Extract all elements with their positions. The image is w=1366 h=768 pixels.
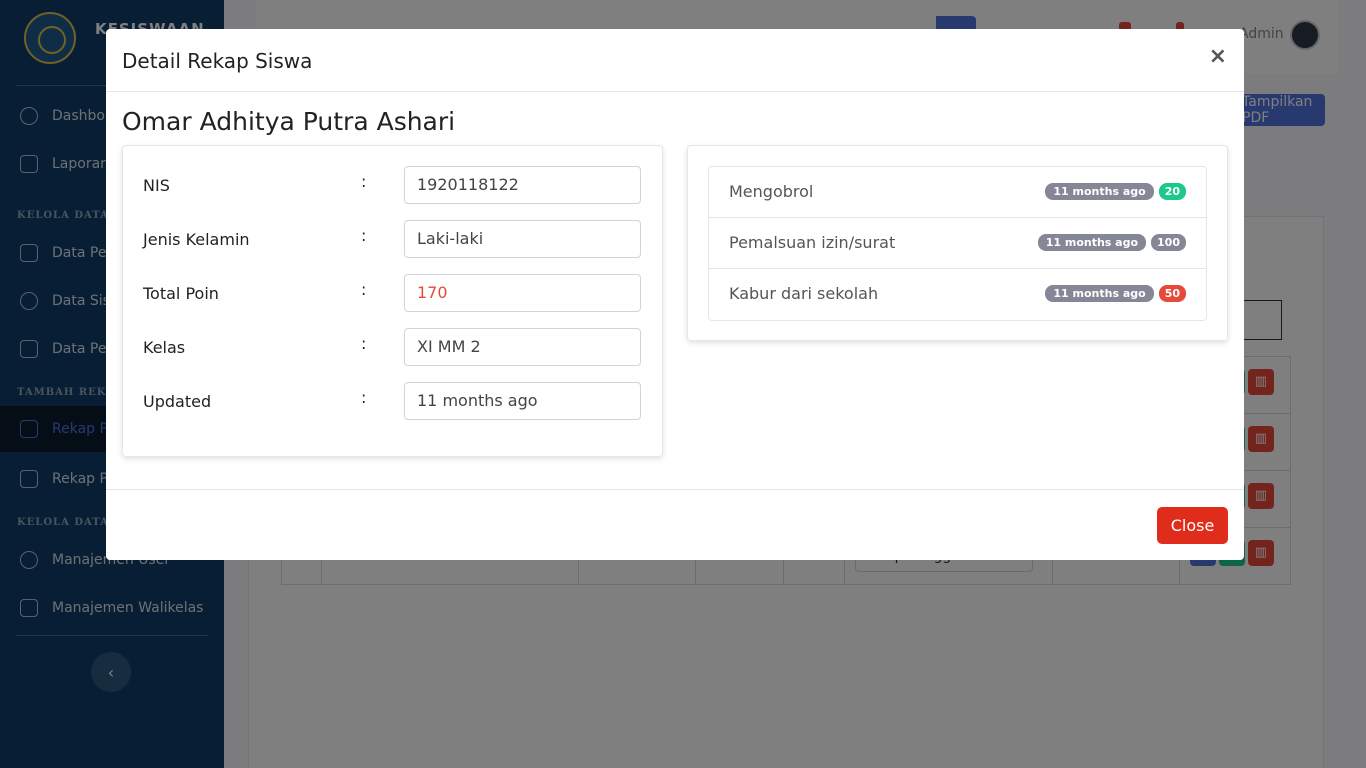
time-badge: 11 months ago: [1045, 183, 1154, 200]
violation-name: Mengobrol: [729, 182, 814, 201]
close-button[interactable]: Close: [1157, 507, 1228, 544]
modal-header: Detail Rekap Siswa ×: [106, 29, 1244, 92]
total-points-field[interactable]: 170: [404, 274, 641, 312]
info-label: NIS: [143, 176, 170, 195]
info-row-nis: NIS : 1920118122: [123, 166, 664, 204]
modal-footer: Close: [106, 489, 1244, 560]
info-colon: :: [361, 388, 367, 407]
points-badge: 20: [1158, 183, 1186, 200]
nis-field[interactable]: 1920118122: [404, 166, 641, 204]
points-badge: 100: [1151, 234, 1186, 251]
detail-modal: Detail Rekap Siswa × Omar Adhitya Putra …: [106, 29, 1244, 560]
student-name: Omar Adhitya Putra Ashari: [122, 107, 456, 136]
info-label: Jenis Kelamin: [143, 230, 250, 249]
list-item: Pemalsuan izin/surat 11 months ago 100: [709, 218, 1206, 269]
modal-title: Detail Rekap Siswa: [122, 49, 313, 73]
info-colon: :: [361, 280, 367, 299]
time-badge: 11 months ago: [1037, 234, 1147, 251]
list-item: Kabur dari sekolah 11 months ago 50: [709, 269, 1206, 320]
close-icon[interactable]: ×: [1209, 44, 1227, 69]
info-label: Kelas: [143, 338, 186, 357]
info-colon: :: [361, 172, 367, 191]
class-field[interactable]: XI MM 2: [404, 328, 641, 366]
info-label: Total Poin: [143, 284, 219, 303]
points-badge: 50: [1158, 285, 1186, 302]
time-badge: 11 months ago: [1045, 285, 1154, 302]
list-item: Mengobrol 11 months ago 20: [709, 167, 1206, 218]
info-row-kelas: Kelas : XI MM 2: [123, 328, 664, 366]
gender-field[interactable]: Laki-laki: [404, 220, 641, 258]
student-info-card: NIS : 1920118122 Jenis Kelamin : Laki-la…: [122, 145, 663, 457]
info-row-jenis-kelamin: Jenis Kelamin : Laki-laki: [123, 220, 664, 258]
violations-list: Mengobrol 11 months ago 20 Pemalsuan izi…: [708, 166, 1207, 321]
info-colon: :: [361, 334, 367, 353]
info-row-updated: Updated : 11 months ago: [123, 382, 664, 420]
violations-card: Mengobrol 11 months ago 20 Pemalsuan izi…: [687, 145, 1228, 341]
violation-name: Kabur dari sekolah: [729, 284, 879, 303]
updated-field[interactable]: 11 months ago: [404, 382, 641, 420]
info-row-total-poin: Total Poin : 170: [123, 274, 664, 312]
info-label: Updated: [143, 392, 212, 411]
info-colon: :: [361, 226, 367, 245]
violation-name: Pemalsuan izin/surat: [729, 233, 896, 252]
